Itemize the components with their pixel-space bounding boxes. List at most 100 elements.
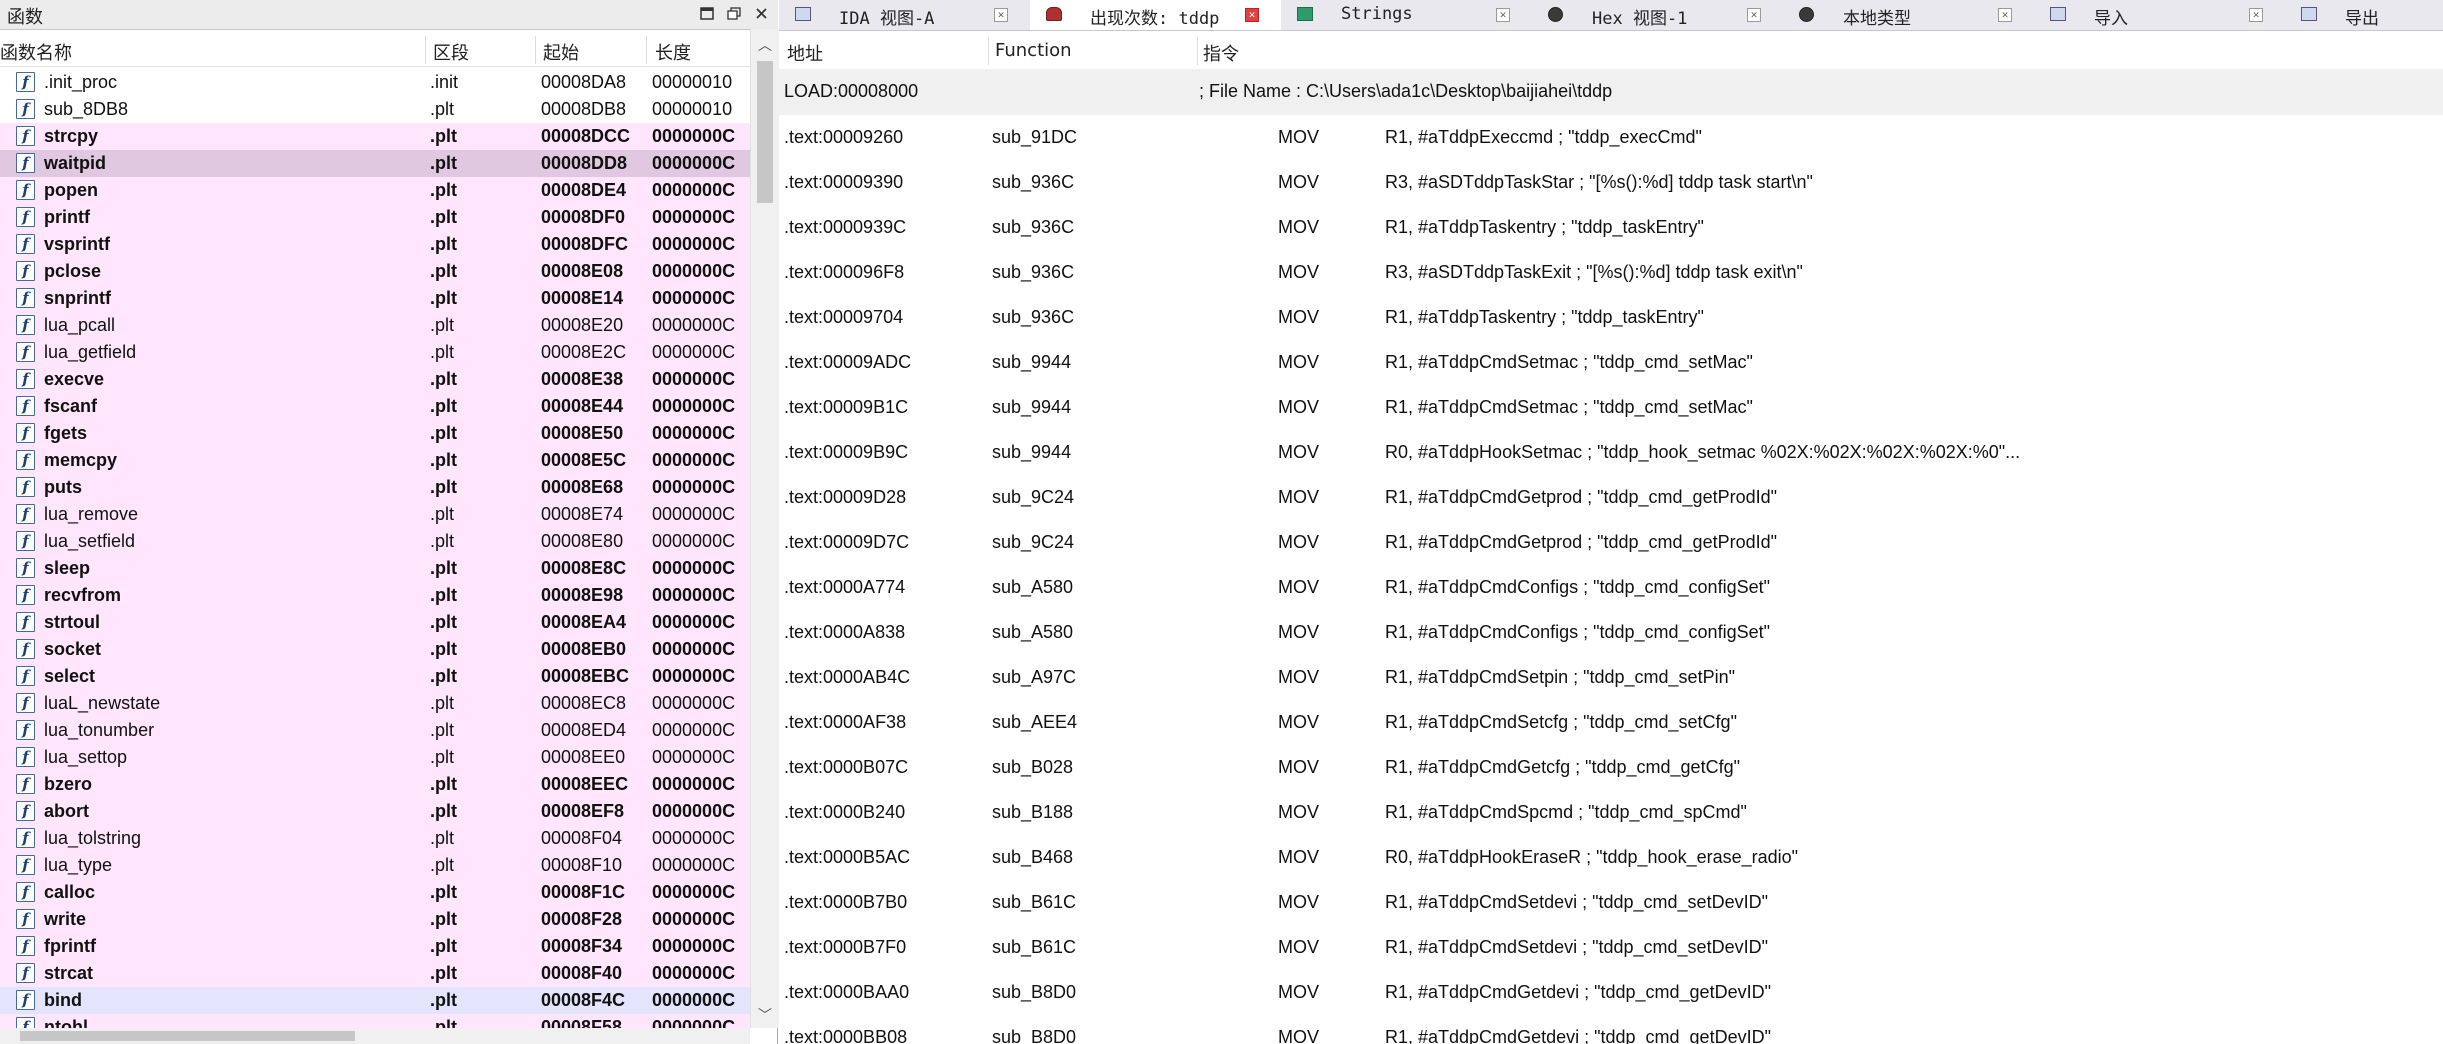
maximize-icon[interactable] [697, 3, 717, 23]
occurrence-row[interactable]: .text:00009B1C sub_9944 MOV R1, #aTddpCmdSe… [779, 385, 2443, 430]
column-function[interactable]: Function [995, 40, 1072, 61]
function-row[interactable]: f waitpid .plt 00008DD8 0000000C [0, 150, 750, 177]
column-separator[interactable] [425, 36, 426, 64]
function-row[interactable]: f lua_getfield .plt 00008E2C 0000000C [0, 339, 750, 366]
column-start[interactable]: 起始 [543, 39, 579, 65]
function-row[interactable]: f fprintf .plt 00008F34 0000000C [0, 933, 750, 960]
column-function-name[interactable]: 函数名称 [0, 39, 72, 65]
column-separator[interactable] [988, 37, 989, 65]
tab-3[interactable]: Strings ✕ [1281, 0, 1532, 30]
function-row[interactable]: f abort .plt 00008EF8 0000000C [0, 798, 750, 825]
function-row[interactable]: f strcpy .plt 00008DCC 0000000C [0, 123, 750, 150]
occurrence-row[interactable]: .text:0000BB08 sub_B8D0 MOV R1, #aTddpCmdGe… [779, 1015, 2443, 1044]
tab-2[interactable]: 出现次数: tddp ✕ [1030, 0, 1281, 30]
function-row[interactable]: f lua_pcall .plt 00008E20 0000000C [0, 312, 750, 339]
function-row[interactable]: f memcpy .plt 00008E5C 0000000C [0, 447, 750, 474]
column-instruction[interactable]: 指令 [1203, 40, 1239, 66]
function-start: 00008EF8 [541, 801, 625, 821]
occurrence-row[interactable]: .text:0000AB4C sub_A97C MOV R1, #aTddpCmdSe… [779, 655, 2443, 700]
column-address[interactable]: 地址 [787, 40, 823, 66]
occurrence-row[interactable]: .text:00009ADC sub_9944 MOV R1, #aTddpCmdSe… [779, 340, 2443, 385]
row-address: .text:0000BB08 [784, 1027, 908, 1044]
column-separator[interactable] [646, 36, 647, 64]
vertical-scrollbar[interactable]: ︿ ﹀ [750, 29, 779, 1028]
occurrence-row[interactable]: .text:00009B9C sub_9944 MOV R0, #aTddpHookS… [779, 430, 2443, 475]
function-row[interactable]: f snprintf .plt 00008E14 0000000C [0, 285, 750, 312]
occurrence-row[interactable]: .text:0000B5AC sub_B468 MOV R0, #aTddpHookE… [779, 835, 2443, 880]
tab-5[interactable]: 本地类型 ✕ [1783, 0, 2034, 30]
function-start: 00008DD8 [541, 153, 628, 173]
function-start: 00008DFC [541, 234, 629, 254]
tab-close-icon[interactable]: ✕ [994, 8, 1008, 22]
function-row[interactable]: f luaL_newstate .plt 00008EC8 0000000C [0, 690, 750, 717]
tab-close-icon[interactable]: ✕ [1998, 8, 2012, 22]
occurrence-row[interactable]: .text:00009704 sub_936C MOV R1, #aTddpTaske… [779, 295, 2443, 340]
function-row[interactable]: f ntohl .plt 00008F58 0000000C [0, 1014, 750, 1029]
function-row[interactable]: f lua_setfield .plt 00008E80 0000000C [0, 528, 750, 555]
function-row[interactable]: f sleep .plt 00008E8C 0000000C [0, 555, 750, 582]
tab-close-icon[interactable]: ✕ [2249, 8, 2263, 22]
occurrence-row[interactable]: .text:000096F8 sub_936C MOV R3, #aSDTddpTas… [779, 250, 2443, 295]
occurrence-row[interactable]: .text:00009390 sub_936C MOV R3, #aSDTddpTas… [779, 160, 2443, 205]
tab-close-icon[interactable]: ✕ [1245, 8, 1259, 22]
occurrence-row[interactable]: .text:0000BAA0 sub_B8D0 MOV R1, #aTddpCmdGe… [779, 970, 2443, 1015]
function-row[interactable]: f execve .plt 00008E38 0000000C [0, 366, 750, 393]
function-row[interactable]: f calloc .plt 00008F1C 0000000C [0, 879, 750, 906]
function-length: 0000000C [652, 585, 736, 605]
scrollbar-thumb[interactable] [757, 61, 773, 203]
functions-table-header: 函数名称 区段 起始 长度 [0, 34, 750, 67]
function-row[interactable]: f bind .plt 00008F4C 0000000C [0, 987, 750, 1014]
function-row[interactable]: f fgets .plt 00008E50 0000000C [0, 420, 750, 447]
tab-4[interactable]: Hex 视图-1 ✕ [1532, 0, 1783, 30]
hex-view-icon [1548, 7, 1563, 22]
occurrence-row[interactable]: .text:0000AF38 sub_AEE4 MOV R1, #aTddpCmdSe… [779, 700, 2443, 745]
tab-1[interactable]: IDA 视图-A ✕ [779, 0, 1030, 30]
occurrence-row[interactable]: .text:0000B7B0 sub_B61C MOV R1, #aTddpCmdSe… [779, 880, 2443, 925]
function-row[interactable]: f select .plt 00008EBC 0000000C [0, 663, 750, 690]
function-row[interactable]: f pclose .plt 00008E08 0000000C [0, 258, 750, 285]
occurrence-row[interactable]: .text:00009260 sub_91DC MOV R1, #aTddpExecc… [779, 115, 2443, 160]
function-row[interactable]: f lua_type .plt 00008F10 0000000C [0, 852, 750, 879]
function-row[interactable]: f .init_proc .init 00008DA8 00000010 [0, 69, 750, 96]
occurrence-row[interactable]: .text:0000A774 sub_A580 MOV R1, #aTddpCmdCo… [779, 565, 2443, 610]
function-row[interactable]: f vsprintf .plt 00008DFC 0000000C [0, 231, 750, 258]
occurrence-row[interactable]: .text:0000B7F0 sub_B61C MOV R1, #aTddpCmdSe… [779, 925, 2443, 970]
function-row[interactable]: f strtoul .plt 00008EA4 0000000C [0, 609, 750, 636]
function-row[interactable]: f lua_tolstring .plt 00008F04 0000000C [0, 825, 750, 852]
column-segment[interactable]: 区段 [433, 39, 469, 65]
close-icon[interactable] [751, 3, 771, 23]
function-row[interactable]: f strcat .plt 00008F40 0000000C [0, 960, 750, 987]
column-separator[interactable] [535, 36, 536, 64]
scrollbar-thumb[interactable] [20, 1031, 355, 1041]
function-row[interactable]: f popen .plt 00008DE4 0000000C [0, 177, 750, 204]
tab-6[interactable]: 导入 ✕ [2034, 0, 2285, 30]
function-row[interactable]: f fscanf .plt 00008E44 0000000C [0, 393, 750, 420]
function-row[interactable]: f lua_tonumber .plt 00008ED4 0000000C [0, 717, 750, 744]
tab-7[interactable]: 导出 [2285, 0, 2443, 30]
function-row[interactable]: f write .plt 00008F28 0000000C [0, 906, 750, 933]
occurrence-row[interactable]: .text:0000B07C sub_B028 MOV R1, #aTddpCmdGe… [779, 745, 2443, 790]
horizontal-scrollbar[interactable] [0, 1028, 750, 1044]
function-start: 00008DA8 [541, 72, 627, 92]
function-row[interactable]: f printf .plt 00008DF0 0000000C [0, 204, 750, 231]
occurrence-row[interactable]: .text:0000A838 sub_A580 MOV R1, #aTddpCmdCo… [779, 610, 2443, 655]
function-row[interactable]: f lua_remove .plt 00008E74 0000000C [0, 501, 750, 528]
occurrence-row[interactable]: .text:0000B240 sub_B188 MOV R1, #aTddpCmdSp… [779, 790, 2443, 835]
occurrence-row[interactable]: .text:00009D28 sub_9C24 MOV R1, #aTddpCmdGe… [779, 475, 2443, 520]
column-length[interactable]: 长度 [655, 39, 691, 65]
function-row[interactable]: f bzero .plt 00008EEC 0000000C [0, 771, 750, 798]
tab-close-icon[interactable]: ✕ [1496, 8, 1510, 22]
restore-icon[interactable] [724, 3, 744, 23]
scroll-up-icon[interactable]: ︿ [758, 35, 772, 55]
file-header-row[interactable]: LOAD:00008000 ; File Name : C:\Users\ada… [779, 69, 2443, 115]
function-row[interactable]: f recvfrom .plt 00008E98 0000000C [0, 582, 750, 609]
occurrence-row[interactable]: .text:0000939C sub_936C MOV R1, #aTddpTaske… [779, 205, 2443, 250]
function-row[interactable]: f puts .plt 00008E68 0000000C [0, 474, 750, 501]
function-row[interactable]: f socket .plt 00008EB0 0000000C [0, 636, 750, 663]
function-row[interactable]: f lua_settop .plt 00008EE0 0000000C [0, 744, 750, 771]
column-separator[interactable] [1197, 37, 1198, 65]
tab-close-icon[interactable]: ✕ [1747, 8, 1761, 22]
function-row[interactable]: f sub_8DB8 .plt 00008DB8 00000010 [0, 96, 750, 123]
scroll-down-icon[interactable]: ﹀ [758, 1005, 772, 1025]
occurrence-row[interactable]: .text:00009D7C sub_9C24 MOV R1, #aTddpCmdGe… [779, 520, 2443, 565]
